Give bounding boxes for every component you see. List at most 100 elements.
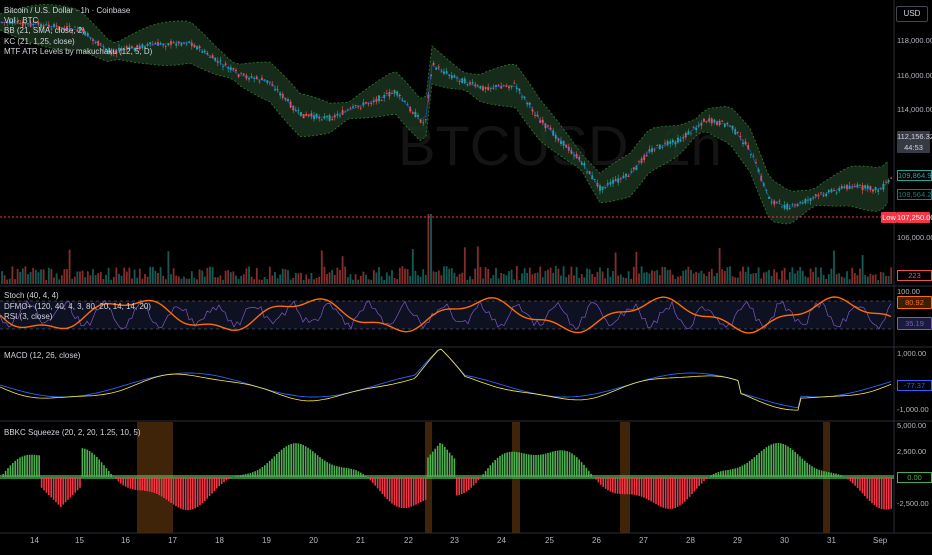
legend-symbol[interactable]: Bitcoin / U.S. Dollar · 1h · Coinbase bbox=[4, 6, 152, 16]
squeeze-bar bbox=[648, 477, 650, 500]
legend-stoch[interactable]: Stoch (40, 4, 4) bbox=[4, 291, 151, 302]
squeeze-bar bbox=[451, 455, 453, 477]
volume-bar bbox=[188, 279, 190, 284]
candle-body bbox=[368, 103, 370, 104]
low-label-tag: Low bbox=[881, 212, 897, 223]
volume-bar bbox=[430, 214, 432, 284]
volume-bar bbox=[116, 268, 118, 285]
volume-bar bbox=[22, 268, 24, 284]
candle-body bbox=[836, 193, 838, 194]
currency-button[interactable]: USD bbox=[896, 6, 928, 22]
volume-bar bbox=[703, 274, 705, 284]
volume-bar bbox=[794, 273, 796, 284]
squeeze-bar bbox=[806, 463, 808, 477]
squeeze-bar bbox=[785, 445, 787, 477]
volume-bar bbox=[766, 272, 768, 284]
legend-dfmo[interactable]: DFMO+ (120, 40, 4, 3, 80, 20, 14, 14, 20… bbox=[4, 302, 151, 313]
squeeze-bar bbox=[617, 477, 619, 494]
squeeze-bar bbox=[31, 455, 33, 477]
squeeze-bar bbox=[386, 477, 388, 499]
volume-bar bbox=[675, 279, 677, 284]
squeeze-bar bbox=[715, 473, 717, 477]
squeeze-bar bbox=[132, 477, 134, 489]
squeeze-bar bbox=[643, 477, 645, 498]
volume-bar bbox=[503, 274, 505, 284]
volume-bar bbox=[334, 275, 336, 284]
squeeze-bar bbox=[334, 466, 336, 478]
squeeze-bar bbox=[5, 471, 7, 477]
legend-rsi[interactable]: RSI (3, close) bbox=[4, 312, 151, 323]
volume-bar bbox=[638, 274, 640, 284]
chart-canvas[interactable]: BTCUSD, 1h bbox=[0, 0, 932, 550]
legend-volume[interactable]: Vol · BTC bbox=[4, 16, 152, 26]
osc-legend[interactable]: Stoch (40, 4, 4) DFMO+ (120, 40, 4, 3, 8… bbox=[4, 291, 151, 323]
squeeze-bar bbox=[391, 477, 393, 504]
candle-body bbox=[638, 162, 640, 163]
volume-bar bbox=[58, 279, 60, 284]
squeeze-bar bbox=[312, 451, 314, 477]
candle-body bbox=[261, 78, 263, 80]
volume-bar bbox=[417, 275, 419, 284]
squeeze-bar bbox=[77, 477, 79, 490]
candle-body bbox=[828, 190, 830, 192]
volume-bar bbox=[573, 275, 575, 284]
volume-bar bbox=[838, 273, 840, 284]
legend-mtf-atr[interactable]: MTF ATR Levels by makuchaku (12, 5, D) bbox=[4, 47, 152, 57]
squeeze-bar bbox=[888, 477, 890, 509]
volume-bar bbox=[383, 280, 385, 284]
volume-bar bbox=[760, 279, 762, 285]
volume-bar bbox=[170, 274, 172, 284]
candle-body bbox=[303, 114, 305, 118]
volume-bar bbox=[701, 271, 703, 284]
volume-bar bbox=[199, 269, 201, 284]
volume-bar bbox=[443, 266, 445, 284]
volume-bar bbox=[474, 269, 476, 285]
candle-body bbox=[695, 128, 697, 130]
chart-stage[interactable]: BTCUSD, 1h Bitcoin / U.S. Dollar · 1h · … bbox=[0, 0, 932, 550]
volume-bar bbox=[100, 272, 102, 284]
squeeze-bar bbox=[194, 477, 196, 508]
volume-bar bbox=[402, 266, 404, 284]
candle-body bbox=[586, 172, 588, 173]
squeeze-bar bbox=[842, 476, 844, 477]
squeeze-bar bbox=[293, 443, 295, 477]
macd-axis-label: 1,000.00 bbox=[897, 349, 926, 358]
volume-bar bbox=[318, 277, 320, 284]
volume-bar bbox=[220, 275, 222, 284]
squeeze-bar bbox=[19, 458, 21, 478]
squeeze-bar bbox=[497, 458, 499, 477]
volume-bar bbox=[30, 272, 32, 284]
volume-bar bbox=[87, 271, 89, 284]
legend-kc[interactable]: KC (21, 1.25, close) bbox=[4, 37, 152, 47]
candle-body bbox=[721, 121, 723, 122]
main-legend[interactable]: Bitcoin / U.S. Dollar · 1h · Coinbase Vo… bbox=[4, 6, 152, 57]
squeeze-bar bbox=[533, 455, 535, 477]
squeeze-bar bbox=[350, 469, 352, 477]
squeeze-bar bbox=[439, 443, 441, 477]
legend-squeeze[interactable]: BBKC Squeeze (20, 2, 20, 1.25, 10, 5) bbox=[4, 428, 141, 439]
low-value-tag: 107,250.00 bbox=[897, 212, 930, 223]
legend-bb[interactable]: BB (21, SMA, close, 2) bbox=[4, 26, 152, 36]
squeeze-bar bbox=[494, 460, 496, 477]
squeeze-bar bbox=[401, 477, 403, 508]
candle-body bbox=[248, 78, 250, 79]
volume-bar bbox=[836, 274, 838, 284]
volume-bar bbox=[53, 277, 55, 284]
volume-bar bbox=[542, 277, 544, 284]
volume-bar bbox=[734, 277, 736, 284]
volume-bar bbox=[885, 276, 887, 284]
volume-bar bbox=[422, 269, 424, 284]
volume-bar bbox=[6, 280, 8, 284]
squeeze-bar bbox=[300, 444, 302, 477]
candle-body bbox=[425, 119, 427, 120]
squeeze-bar bbox=[485, 471, 487, 477]
volume-bar bbox=[685, 270, 687, 284]
volume-bar bbox=[48, 268, 50, 284]
candle-body bbox=[352, 106, 354, 107]
squeeze-bar bbox=[187, 477, 189, 510]
volume-bar bbox=[339, 270, 341, 284]
volume-bar bbox=[420, 277, 422, 284]
legend-macd[interactable]: MACD (12, 26, close) bbox=[4, 351, 80, 362]
squeeze-bar bbox=[624, 477, 626, 494]
squeeze-bar bbox=[770, 445, 772, 478]
